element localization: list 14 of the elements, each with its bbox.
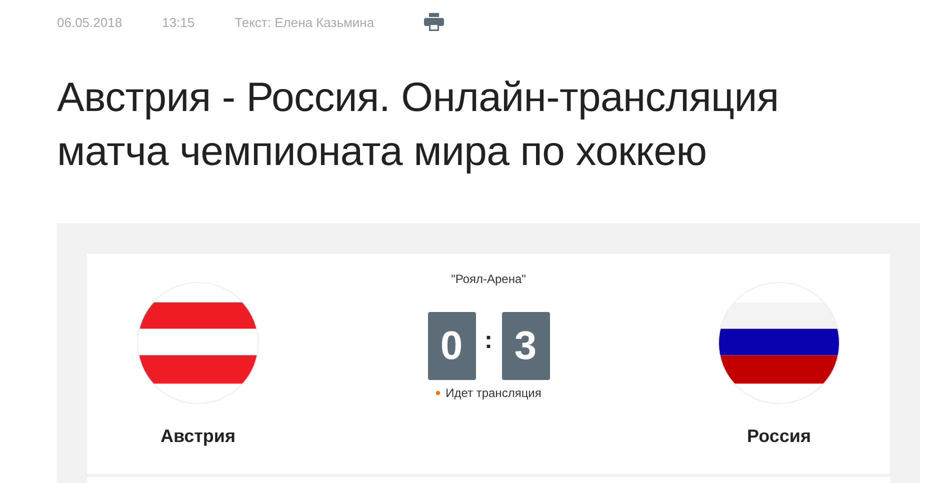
article-title: Австрия - Россия. Онлайн-трансляция матча чемпионата мира по хоккею: [57, 73, 780, 176]
score-digit: 0: [428, 312, 476, 380]
print-icon[interactable]: [424, 13, 444, 31]
score-digit: 3: [502, 312, 550, 380]
time: 13:15: [162, 14, 195, 30]
venue: "Роял-Арена": [451, 272, 526, 286]
score-separator: :: [484, 327, 492, 355]
date: 06.05.2018: [57, 14, 122, 30]
team-name: Россия: [747, 426, 811, 447]
broadcast-status: Идет трансляция: [446, 386, 542, 400]
author: Текст: Елена Казьмина: [234, 14, 374, 30]
team-name: Австрия: [160, 426, 236, 447]
flag-icon: [137, 282, 259, 404]
flag-icon: [718, 282, 840, 404]
